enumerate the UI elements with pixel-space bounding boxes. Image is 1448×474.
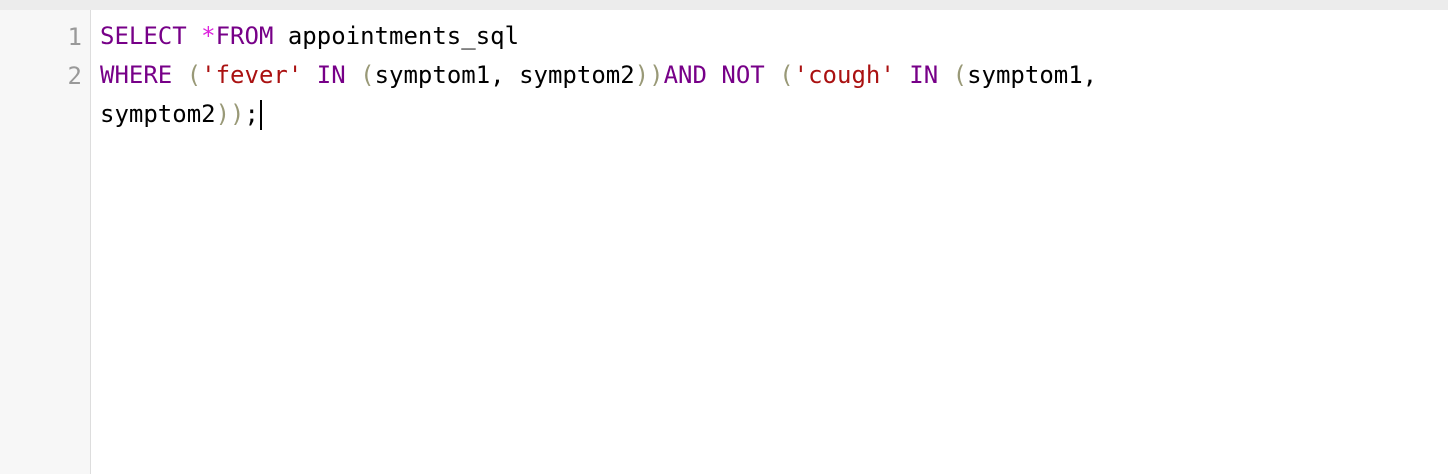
bracket-token: ( — [186, 61, 202, 89]
string-cough: 'cough' — [793, 61, 895, 89]
code-area[interactable]: SELECT *FROM appointments_sql WHERE ('fe… — [100, 17, 1420, 134]
keyword-and: AND — [663, 61, 707, 89]
column-name: symptom2 — [100, 100, 216, 128]
sql-code-editor[interactable]: 1 2 SELECT *FROM appointments_sql WHERE … — [0, 0, 1448, 474]
editor-top-border — [0, 0, 1448, 10]
keyword-where: WHERE — [100, 61, 173, 89]
keyword-select: SELECT — [100, 22, 187, 50]
line-number-2: 2 — [67, 62, 82, 90]
string-fever: 'fever' — [201, 61, 303, 89]
bracket-token: ( — [360, 61, 375, 89]
code-line-2[interactable]: WHERE ('fever' IN (symptom1, symptom2))A… — [100, 56, 1420, 95]
bracket-token: ( — [779, 61, 794, 89]
bracket-token: )) — [215, 100, 245, 128]
semicolon: ; — [244, 100, 259, 128]
table-name: appointments_sql — [273, 22, 520, 50]
bracket-token: )) — [634, 61, 664, 89]
keyword-in: IN — [909, 61, 939, 89]
keyword-not: NOT — [721, 61, 765, 89]
line-number-1: 1 — [67, 23, 82, 51]
line-number-gutter: 1 2 — [0, 10, 91, 474]
column-list: symptom1, symptom2 — [374, 61, 635, 89]
column-name: symptom1, — [967, 61, 1098, 89]
text-cursor — [259, 100, 262, 130]
keyword-in: IN — [316, 61, 346, 89]
code-line-1[interactable]: SELECT *FROM appointments_sql — [100, 17, 1420, 56]
bracket-token: ( — [952, 61, 968, 89]
operator-star: * — [201, 22, 216, 50]
code-line-2-wrapped[interactable]: symptom2)); — [100, 95, 1420, 134]
keyword-from: FROM — [215, 22, 274, 50]
